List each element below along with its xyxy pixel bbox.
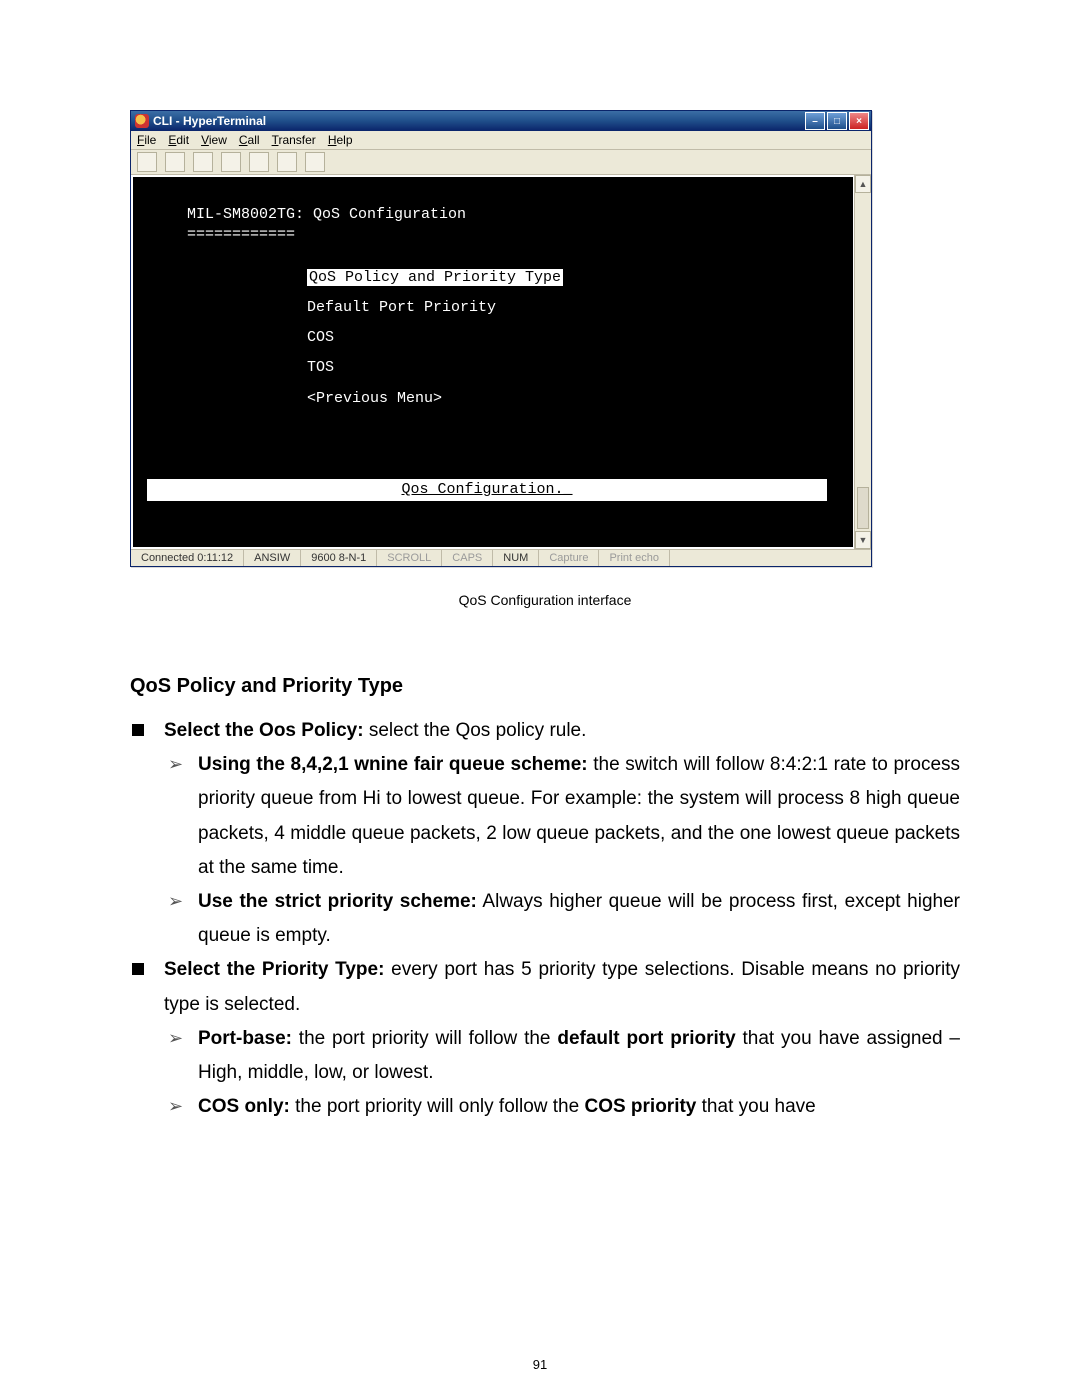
menu-help[interactable]: Help xyxy=(328,133,353,147)
bold-text: COS priority xyxy=(584,1096,696,1117)
tool-send-icon[interactable] xyxy=(249,152,269,172)
menu-call[interactable]: Call xyxy=(239,133,260,147)
menu-item[interactable]: COS xyxy=(307,328,833,348)
bold-text: COS only: xyxy=(198,1096,290,1117)
terminal-header: MIL-SM8002TG: QoS Configuration xyxy=(187,205,833,225)
page-number: 91 xyxy=(0,1357,1080,1372)
tool-hangup-icon[interactable] xyxy=(221,152,241,172)
body-text: the port priority will follow the xyxy=(292,1028,557,1049)
status-line: 9600 8-N-1 xyxy=(301,550,377,566)
menu-view[interactable]: View xyxy=(201,133,227,147)
scroll-up-icon[interactable]: ▲ xyxy=(855,175,871,193)
status-scroll: SCROLL xyxy=(377,550,442,566)
body-text: the port priority will only follow the xyxy=(290,1096,585,1117)
tool-new-icon[interactable] xyxy=(137,152,157,172)
menubar: File Edit View Call Transfer Help xyxy=(131,131,871,150)
minimize-button[interactable]: – xyxy=(805,112,825,130)
document-body: QoS Policy and Priority Type Select the … xyxy=(130,668,960,1124)
status-capture: Capture xyxy=(539,550,599,566)
maximize-button[interactable]: □ xyxy=(827,112,847,130)
bold-text: default port priority xyxy=(557,1028,735,1049)
app-icon xyxy=(135,114,149,128)
menu-item-selected[interactable]: QoS Policy and Priority Type xyxy=(307,269,563,286)
tool-receive-icon[interactable] xyxy=(277,152,297,172)
menu-item[interactable]: TOS xyxy=(307,358,833,378)
status-emulation: ANSIW xyxy=(244,550,301,566)
section-heading: QoS Policy and Priority Type xyxy=(130,668,960,704)
figure-caption: QoS Configuration interface xyxy=(130,592,960,608)
hyperterminal-window: CLI - HyperTerminal – □ × File Edit View… xyxy=(130,110,872,567)
menu-item[interactable]: Default Port Priority xyxy=(307,298,833,318)
terminal[interactable]: MIL-SM8002TG: QoS Configuration ========… xyxy=(133,177,853,547)
bold-text: Select the Oos Policy: xyxy=(164,720,364,741)
vertical-scrollbar[interactable]: ▲ ▼ xyxy=(854,175,871,549)
tool-call-icon[interactable] xyxy=(193,152,213,172)
bold-text: Port-base: xyxy=(198,1028,292,1049)
menu-file[interactable]: File xyxy=(137,133,156,147)
terminal-footer: Qos Configuration._ xyxy=(147,479,827,501)
menu-transfer[interactable]: Transfer xyxy=(272,133,316,147)
menu-edit[interactable]: Edit xyxy=(168,133,189,147)
tool-open-icon[interactable] xyxy=(165,152,185,172)
bold-text: Using the 8,4,2,1 wnine fair queue schem… xyxy=(198,754,588,775)
titlebar[interactable]: CLI - HyperTerminal – □ × xyxy=(131,111,871,131)
body-text: that you have xyxy=(696,1096,815,1117)
tool-properties-icon[interactable] xyxy=(305,152,325,172)
bullet-level1: Select the Oos Policy: select the Qos po… xyxy=(130,714,960,748)
bold-text: Use the strict priority scheme: xyxy=(198,891,477,912)
bullet-level2: Port-base: the port priority will follow… xyxy=(130,1022,960,1090)
status-connected: Connected 0:11:12 xyxy=(131,550,244,566)
bullet-level2: COS only: the port priority will only fo… xyxy=(130,1090,960,1124)
scroll-thumb[interactable] xyxy=(857,487,869,529)
bullet-level1: Select the Priority Type: every port has… xyxy=(130,953,960,1021)
terminal-underline: ============ xyxy=(187,225,833,245)
status-caps: CAPS xyxy=(442,550,493,566)
status-echo: Print echo xyxy=(599,550,670,566)
menu-item[interactable]: <Previous Menu> xyxy=(307,389,833,409)
status-num: NUM xyxy=(493,550,539,566)
statusbar: Connected 0:11:12 ANSIW 9600 8-N-1 SCROL… xyxy=(131,549,871,566)
terminal-viewport: MIL-SM8002TG: QoS Configuration ========… xyxy=(131,175,871,549)
bold-text: Select the Priority Type: xyxy=(164,959,384,980)
bullet-level2: Using the 8,4,2,1 wnine fair queue schem… xyxy=(130,748,960,885)
close-button[interactable]: × xyxy=(849,112,869,130)
window-title: CLI - HyperTerminal xyxy=(153,114,266,128)
toolbar xyxy=(131,150,871,175)
body-text: select the Qos policy rule. xyxy=(364,720,587,741)
bullet-level2: Use the strict priority scheme: Always h… xyxy=(130,885,960,953)
scroll-down-icon[interactable]: ▼ xyxy=(855,531,871,549)
